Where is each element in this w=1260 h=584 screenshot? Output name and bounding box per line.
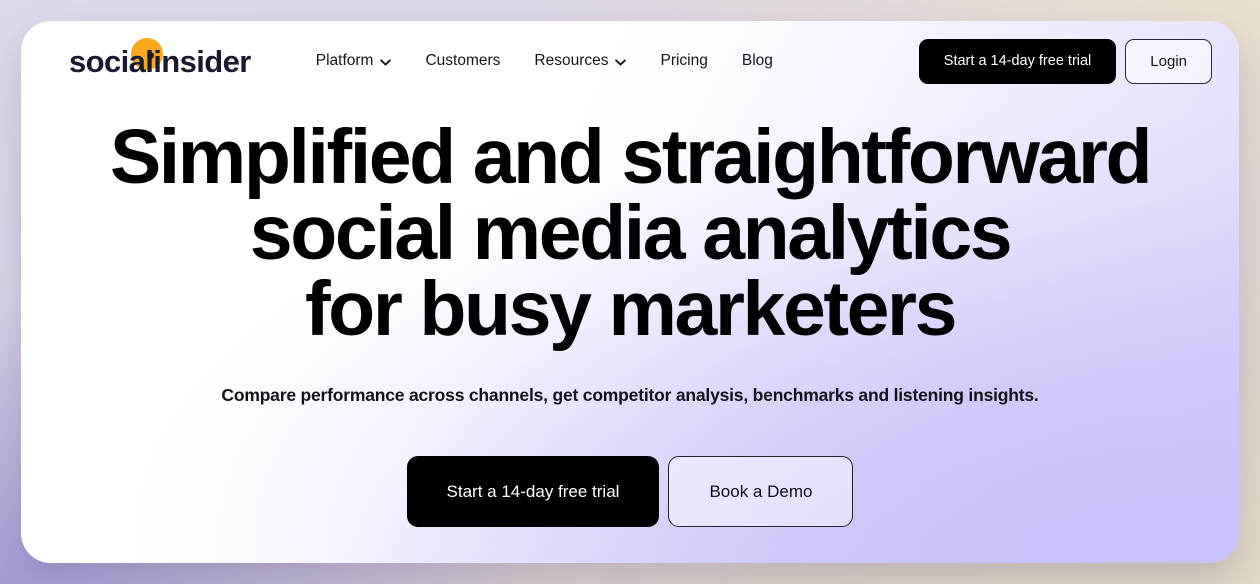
nav-item-blog[interactable]: Blog [725, 43, 790, 79]
header-start-trial-button[interactable]: Start a 14-day free trial [918, 38, 1117, 84]
hero-start-trial-button[interactable]: Start a 14-day free trial [406, 456, 660, 527]
page-title-line-2: social media analytics [249, 190, 1013, 276]
chevron-down-icon [615, 58, 627, 66]
hero-card: socialinsider Platform Customers Resourc… [21, 21, 1239, 563]
header-login-button[interactable]: Login [1125, 38, 1212, 84]
nav-item-platform[interactable]: Platform [299, 43, 409, 79]
nav-item-customers[interactable]: Customers [408, 43, 517, 79]
chevron-down-icon [380, 58, 392, 66]
nav-actions: Start a 14-day free trial Login [918, 38, 1212, 84]
nav-item-resources-label: Resources [534, 52, 609, 70]
nav-item-pricing-label: Pricing [660, 52, 708, 70]
top-navigation-bar: socialinsider Platform Customers Resourc… [21, 21, 1239, 101]
nav-item-resources[interactable]: Resources [517, 43, 643, 79]
page-title-line-1: Simplified and straightforward [109, 114, 1153, 200]
hero-content: Simplified and straightforward social me… [21, 119, 1239, 527]
brand-logo[interactable]: socialinsider [69, 38, 251, 83]
nav-item-platform-label: Platform [315, 52, 374, 70]
logo-wordmark: socialinsider [69, 43, 251, 79]
nav-item-customers-label: Customers [425, 52, 501, 70]
logo-eye-dot-icon [147, 52, 154, 59]
hero-book-demo-button[interactable]: Book a Demo [668, 456, 854, 527]
page-title: Simplified and straightforward social me… [61, 114, 1199, 352]
hero-cta-group: Start a 14-day free trial Book a Demo [61, 456, 1199, 527]
page-title-line-3: for busy marketers [304, 266, 958, 352]
nav-item-pricing[interactable]: Pricing [643, 43, 724, 79]
nav-item-blog-label: Blog [741, 52, 773, 70]
hero-subtitle: Compare performance across channels, get… [221, 385, 1039, 405]
nav-links: Platform Customers Resources Pricing Blo… [299, 43, 790, 79]
